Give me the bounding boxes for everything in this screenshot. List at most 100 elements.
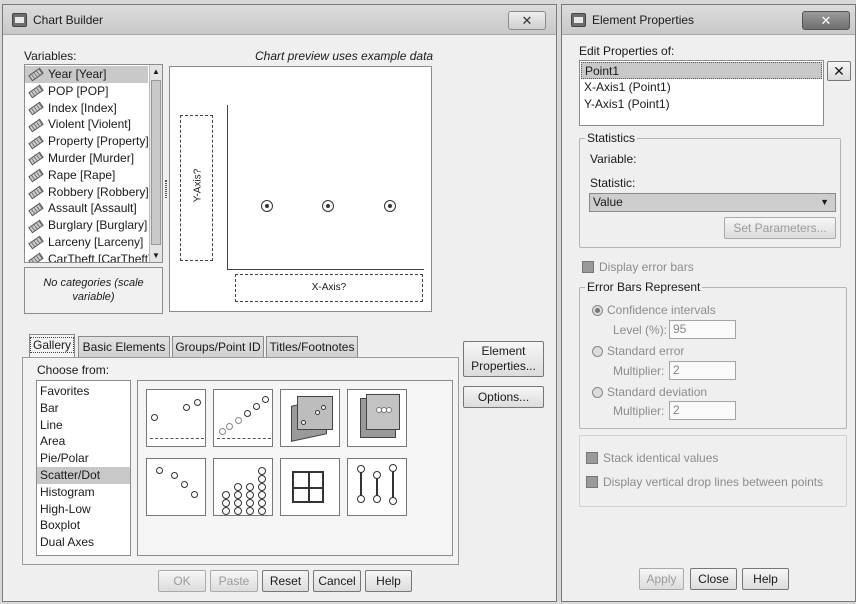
statistics-group-title: Statistics [585,131,638,145]
window-title: Element Properties [592,13,695,27]
confidence-intervals-label: Confidence intervals [607,303,716,317]
thumb-point [357,495,365,503]
scrollbar-thumb[interactable] [151,80,161,245]
paste-button[interactable]: Paste [210,570,258,592]
close-icon[interactable]: ✕ [802,11,850,30]
stack-identical-label: Stack identical values [603,451,719,465]
chart-type-item[interactable]: Line [37,417,130,434]
thumb-point [246,507,254,515]
close-icon[interactable]: ✕ [508,11,546,30]
standard-deviation-radio[interactable] [592,387,603,398]
tab-titles-footnotes[interactable]: Titles/Footnotes [266,336,358,358]
thumb-point [357,465,365,473]
variables-scrollbar[interactable]: ▲ ▼ [149,65,162,262]
chart-type-item[interactable]: Scatter/Dot [37,466,130,484]
gallery-simple-dot[interactable] [146,458,206,516]
element-properties-titlebar[interactable]: Element Properties ✕ [562,5,855,35]
chart-type-item[interactable]: High-Low [37,501,130,518]
chart-type-item[interactable]: Dual Axes [37,534,130,551]
variable-item[interactable]: Rape [Rape] [25,167,148,184]
apply-button[interactable]: Apply [639,568,684,590]
variable-item[interactable]: Property [Property] [25,133,149,150]
cancel-button[interactable]: Cancel [313,570,361,592]
standard-error-radio[interactable] [592,346,603,357]
scroll-up-icon[interactable]: ▲ [150,65,162,78]
thumb-point [222,507,230,515]
scale-ruler-icon [28,135,44,149]
gallery-simple-scatter[interactable] [146,389,206,447]
tab-gallery[interactable]: Gallery [29,334,75,358]
chart-type-item[interactable]: Histogram [37,484,130,501]
reset-button[interactable]: Reset [262,570,309,592]
variables-list-items: Year [Year] POP [POP] Index [Index] Violent… [25,66,151,262]
thumb-point [373,495,381,503]
drop-lines-checkbox[interactable] [586,476,598,488]
thumb-point [258,467,266,475]
chart-preview-canvas[interactable]: Y-Axis? X-Axis? [169,66,432,312]
element-list[interactable]: Point1 X-Axis1 (Point1) Y-Axis1 (Point1) [579,60,824,126]
scale-ruler-icon [28,235,44,250]
gallery-stacked-dot[interactable] [213,458,273,516]
element-item[interactable]: Y-Axis1 (Point1) [581,96,822,113]
standard-error-label: Standard error [607,344,685,358]
thumb-point [258,491,266,499]
thumb-point [234,491,242,499]
confidence-intervals-radio[interactable] [592,305,603,316]
scale-ruler-icon [28,151,44,166]
chart-type-list[interactable]: Favorites Bar Line Area Pie/Polar Scatter/Dot… [36,380,131,556]
error-bars-group-title: Error Bars Represent [585,280,703,294]
variable-item[interactable]: Assault [Assault] [25,200,148,217]
options-button[interactable]: Options... [463,386,544,408]
variable-label: Property [Property] [48,134,149,149]
chart-type-item[interactable]: Favorites [37,383,130,400]
gallery-summary-point[interactable] [347,389,407,447]
variable-item[interactable]: POP [POP] [25,83,148,100]
variable-item[interactable]: Violent [Violent] [25,116,148,133]
chart-type-item[interactable]: Pie/Polar [37,450,130,467]
sd-multiplier-label: Multiplier: [613,404,665,418]
tab-basic-elements[interactable]: Basic Elements [78,336,170,358]
variable-item[interactable]: Larceny [Larceny] [25,234,148,251]
statistic-select[interactable]: Value ▼ [589,193,836,212]
thumb-axis [150,438,204,439]
variable-item[interactable]: CarTheft [CarTheft] [25,251,151,262]
x-axis-drop-label: X-Axis? [311,282,347,293]
element-properties-button[interactable]: Element Properties... [463,341,544,377]
gallery-scatterplot-matrix[interactable] [280,458,340,516]
chart-type-item[interactable]: Area [37,433,130,450]
se-multiplier-input[interactable]: 2 [669,361,736,380]
display-error-bars-checkbox[interactable] [582,261,594,273]
variable-item[interactable]: Burglary [Burglary] [25,217,148,234]
app-icon [571,13,586,27]
gallery-drop-line[interactable] [347,458,407,516]
gallery-grouped-scatter[interactable] [213,389,273,447]
variable-item[interactable]: Year [Year] [25,66,148,83]
chart-type-item[interactable]: Bar [37,400,130,417]
y-axis-drop-zone[interactable]: Y-Axis? [180,115,213,261]
variable-item[interactable]: Robbery [Robbery] [25,184,149,201]
variable-item[interactable]: Index [Index] [25,100,148,117]
close-button[interactable]: Close [690,568,737,590]
x-axis-drop-zone[interactable]: X-Axis? [235,274,423,302]
variable-item[interactable]: Murder [Murder] [25,150,148,167]
chart-type-item[interactable]: Boxplot [37,517,130,534]
sd-multiplier-input[interactable]: 2 [669,401,736,420]
delete-element-icon[interactable]: ✕ [827,61,851,81]
gallery-3d-scatter[interactable] [280,389,340,447]
stack-identical-checkbox[interactable] [586,452,598,464]
level-input[interactable]: 95 [669,320,736,339]
element-item[interactable]: Point1 [581,62,822,79]
help-button[interactable]: Help [742,568,789,590]
chart-builder-titlebar[interactable]: Chart Builder ✕ [3,5,556,35]
thumb-point [258,507,266,515]
no-categories-text: No categories (scale variable) [43,277,144,303]
tab-groups-point-id[interactable]: Groups/Point ID [172,336,264,358]
scroll-down-icon[interactable]: ▼ [150,249,162,262]
help-button[interactable]: Help [365,570,412,592]
ok-button[interactable]: OK [158,570,206,592]
set-parameters-button[interactable]: Set Parameters... [724,217,836,239]
variables-list[interactable]: Year [Year] POP [POP] Index [Index] Violent… [24,64,163,263]
element-item[interactable]: X-Axis1 (Point1) [581,79,822,96]
splitter-handle[interactable] [165,180,167,198]
preview-point-center [326,204,330,208]
